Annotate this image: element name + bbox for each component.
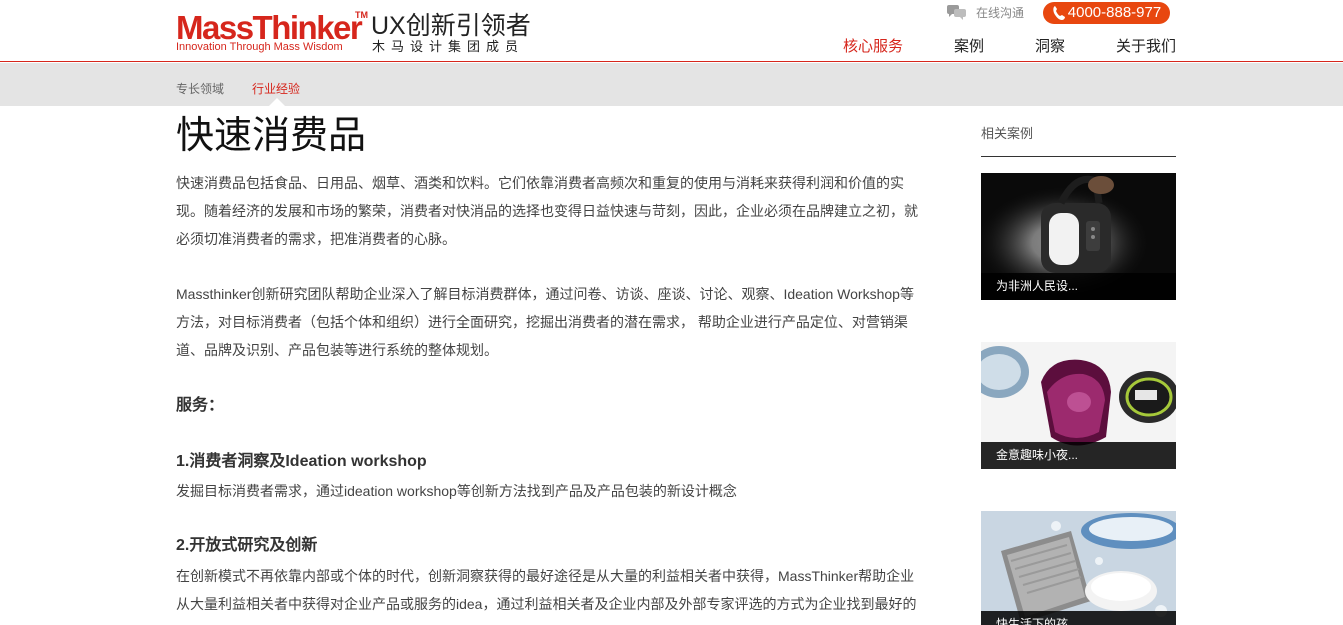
logo-cn-subtitle: 木马设计集团成员	[372, 39, 525, 54]
nav-about-us[interactable]: 关于我们	[1116, 38, 1176, 56]
phone-button[interactable]: 4000-888-977	[1043, 2, 1170, 24]
service-title: 2.开放式研究及创新	[176, 537, 318, 554]
service-description: 在创新模式不再依靠内部或个体的时代，创新洞察获得的最好途径是从大量的利益相关者中…	[176, 568, 917, 612]
logo-cn-title: UX创新引领者	[371, 12, 531, 40]
nav-insights[interactable]: 洞察	[1035, 38, 1065, 56]
chat-label: 在线沟通	[976, 5, 1025, 20]
site-logo[interactable]: MassThinker TM Innovation Through Mass W…	[176, 10, 536, 56]
logo-trademark: TM	[355, 10, 368, 20]
intro-paragraph: 快速消费品包括食品、日用品、烟草、酒类和饮料。它们依靠消费者高频次和重复的使用与…	[176, 175, 918, 247]
sidebar-divider	[981, 156, 1176, 157]
page-title: 快速消费品	[176, 115, 367, 157]
subnav-industry-experience[interactable]: 行业经验	[252, 82, 300, 96]
nav-core-services[interactable]: 核心服务	[843, 38, 903, 56]
soap-photo-icon	[981, 511, 1176, 625]
service-title: 1.消费者洞察及Ideation workshop	[176, 453, 427, 470]
related-cases-title: 相关案例	[981, 126, 1034, 141]
subnav-expertise[interactable]: 专长领域	[176, 82, 224, 96]
nav-cases[interactable]: 案例	[954, 38, 984, 56]
site-header: MassThinker TM Innovation Through Mass W…	[0, 0, 1343, 62]
logo-tagline: Innovation Through Mass Wisdom	[176, 41, 343, 53]
related-case-card[interactable]: 为非洲人民设...	[981, 173, 1176, 300]
phone-icon	[1053, 6, 1065, 20]
case-caption: 快生活下的孩...	[981, 611, 1176, 625]
phone-number: 4000-888-977	[1067, 4, 1162, 21]
service-description: 发掘目标消费者需求，通过ideation workshop等创新方法找到产品及产…	[176, 483, 737, 499]
team-paragraph: Massthinker创新研究团队帮助企业深入了解目标消费群体，通过问卷、访谈、…	[176, 286, 914, 358]
subnav-active-caret	[269, 98, 285, 106]
related-case-card[interactable]: 快生活下的孩...	[981, 511, 1176, 625]
sub-navigation: 专长领域 行业经验	[0, 63, 1343, 106]
chat-bubble-icon	[947, 4, 966, 20]
case-caption: 为非洲人民设...	[981, 273, 1176, 300]
online-chat-link[interactable]: 在线沟通	[947, 4, 1024, 20]
services-heading: 服务：	[176, 397, 225, 414]
related-case-card[interactable]: 金意趣味小夜...	[981, 342, 1176, 469]
case-caption: 金意趣味小夜...	[981, 442, 1176, 469]
